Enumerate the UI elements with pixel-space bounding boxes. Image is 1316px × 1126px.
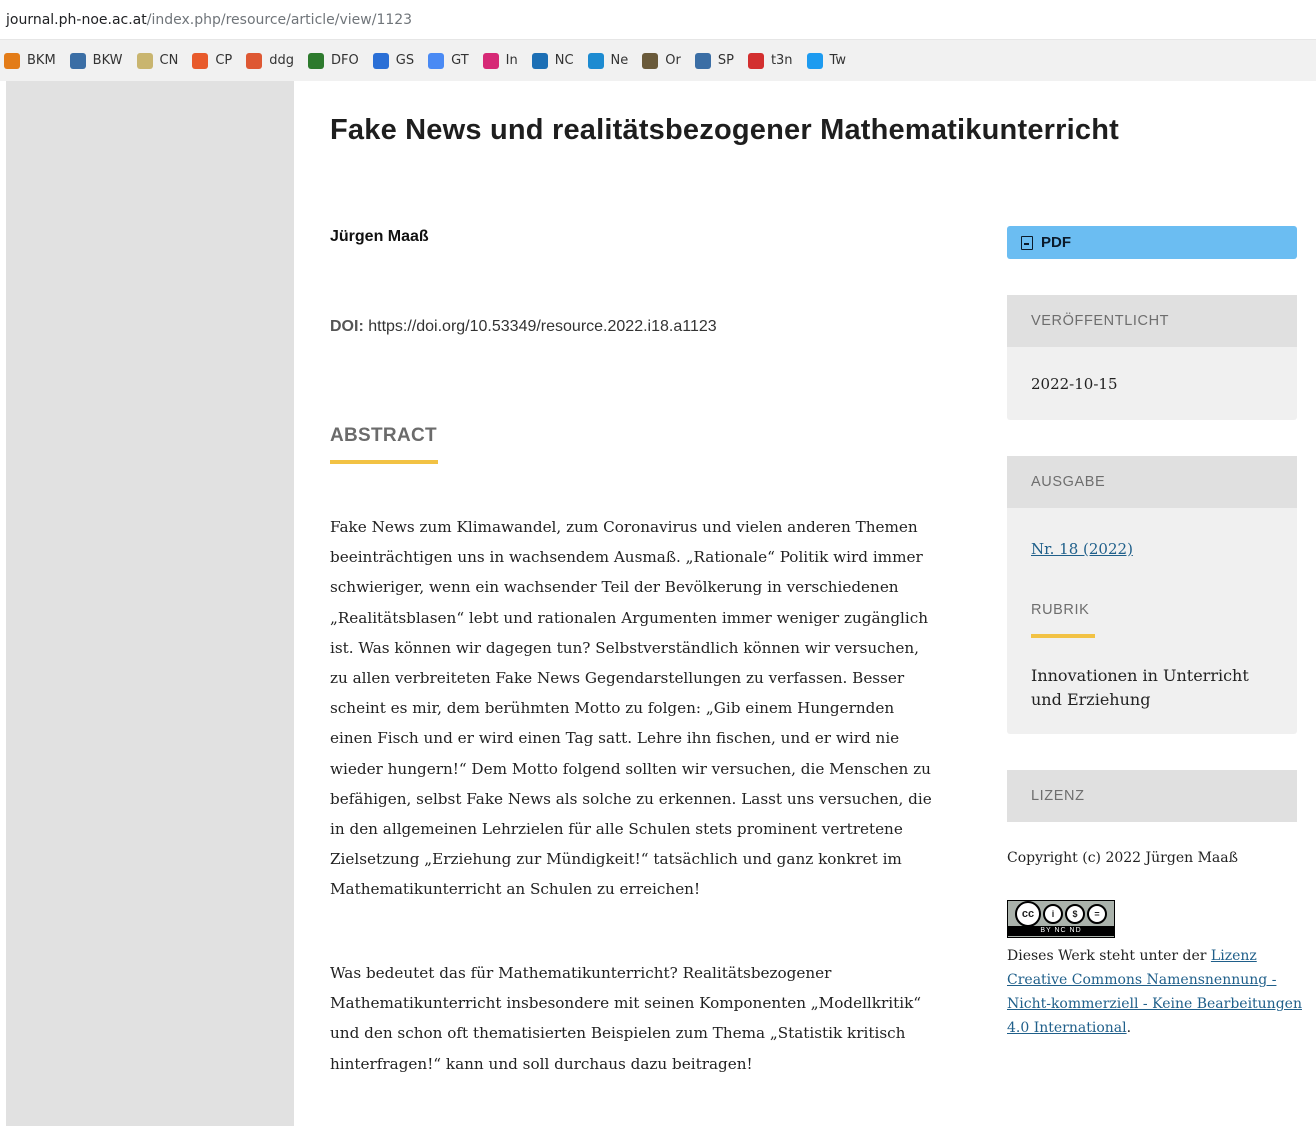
cc-icon: cc — [1015, 901, 1041, 927]
translate-icon — [428, 52, 445, 69]
section-value: Innovationen in Unterricht und Erziehung — [1031, 666, 1249, 709]
abstract-underline — [330, 460, 438, 464]
cc-badge-label: BY NC ND — [1008, 926, 1114, 936]
circle-blue-icon — [694, 52, 711, 69]
pdf-download-button[interactable]: PDF — [1007, 226, 1297, 259]
copyright-text: Copyright (c) 2022 Jürgen Maaß — [1007, 850, 1238, 866]
published-heading: VERÖFFENTLICHT — [1007, 295, 1297, 347]
bookmark-tw[interactable]: Tw — [806, 52, 846, 69]
url-host: journal.ph-noe.ac.at — [6, 12, 147, 28]
instagram-icon — [482, 52, 499, 69]
abstract-paragraph-2: Was bedeutet das für Mathematikunterrich… — [330, 964, 922, 1073]
bookmark-bkm[interactable]: BKM — [4, 52, 56, 69]
section-underline — [1031, 634, 1095, 638]
bookmark-label: GS — [395, 53, 415, 68]
bookmark-label: Tw — [829, 53, 846, 68]
published-card: VERÖFFENTLICHT 2022-10-15 — [1007, 295, 1297, 420]
bookmark-label: GT — [451, 53, 469, 68]
license-suffix: . — [1126, 1020, 1132, 1036]
bookmarks-bar: BKM BKW CN CP ddg DFO GS GT In NC Ne Or SP t3n Tw — [0, 40, 1316, 81]
bookmark-label: NC — [554, 53, 574, 68]
signal-icon — [192, 52, 209, 69]
bookmark-label: Ne — [610, 53, 629, 68]
article-title: Fake News und realitätsbezogener Mathema… — [330, 114, 1119, 146]
published-date: 2022-10-15 — [1031, 375, 1118, 393]
doi-label: DOI: — [330, 318, 364, 335]
bookmark-label: BKM — [27, 53, 56, 68]
orange-n-icon — [4, 52, 20, 69]
license-card: LIZENZ — [1007, 770, 1297, 822]
doi-line: DOI: https://doi.org/10.53349/resource.2… — [330, 318, 717, 336]
map-icon — [136, 52, 153, 69]
bookmark-or[interactable]: Or — [642, 52, 681, 69]
circle-blue-icon — [69, 52, 86, 69]
by-icon: i — [1043, 904, 1063, 924]
abstract-heading: ABSTRACT — [330, 425, 437, 446]
pdf-file-icon — [1021, 235, 1033, 250]
duck-icon — [246, 52, 263, 69]
bookmark-dfo[interactable]: DFO — [308, 52, 359, 69]
bookmark-label: DFO — [331, 53, 359, 68]
license-text: Dieses Werk steht unter der Lizenz Creat… — [1007, 944, 1307, 1040]
bookmark-label: CN — [159, 53, 179, 68]
bookmark-ne[interactable]: Ne — [587, 52, 629, 69]
doi-value[interactable]: https://doi.org/10.53349/resource.2022.i… — [368, 318, 716, 335]
nd-icon: = — [1087, 904, 1107, 924]
diamond-icon — [372, 52, 389, 69]
article-author: Jürgen Maaß — [330, 228, 429, 245]
section-heading: RUBRIK — [1031, 602, 1090, 618]
issue-link[interactable]: Nr. 18 (2022) — [1031, 508, 1273, 558]
bookmark-nc[interactable]: NC — [531, 52, 574, 69]
left-gray-panel — [6, 81, 294, 1126]
license-heading: LIZENZ — [1007, 770, 1297, 822]
bookmark-cp[interactable]: CP — [192, 52, 233, 69]
abstract-paragraph-1: Fake News zum Klimawandel, zum Coronavir… — [330, 518, 932, 899]
pdf-label: PDF — [1041, 234, 1071, 251]
bookmark-label: BKW — [92, 53, 123, 68]
bookmark-in[interactable]: In — [482, 52, 518, 69]
nc-icon — [531, 52, 548, 69]
bookmark-cn[interactable]: CN — [136, 52, 179, 69]
bookmark-label: ddg — [269, 53, 295, 68]
arch-icon — [587, 52, 604, 69]
bookmark-ddg[interactable]: ddg — [246, 52, 295, 69]
cc-license-badge[interactable]: cc i $ = BY NC ND — [1007, 900, 1115, 938]
address-bar[interactable]: journal.ph-noe.ac.at/index.php/resource/… — [0, 0, 1316, 40]
t3n-icon — [747, 52, 764, 69]
nc-icon: $ — [1065, 904, 1085, 924]
bookmark-label: SP — [717, 53, 734, 68]
bookmark-bkw[interactable]: BKW — [69, 52, 123, 69]
issue-heading: AUSGABE — [1007, 456, 1297, 508]
bookmark-label: t3n — [770, 53, 793, 68]
bookmark-label: Or — [665, 53, 681, 68]
issue-card: AUSGABE Nr. 18 (2022) RUBRIK Innovatione… — [1007, 456, 1297, 734]
crest-icon — [308, 52, 325, 69]
url-path: /index.php/resource/article/view/1123 — [146, 12, 413, 28]
bookmark-label: CP — [215, 53, 233, 68]
bookmark-label: In — [505, 53, 518, 68]
bookmark-gt[interactable]: GT — [428, 52, 469, 69]
bird-icon — [806, 52, 823, 69]
bookmark-t3n[interactable]: t3n — [747, 52, 793, 69]
bookmark-gs[interactable]: GS — [372, 52, 415, 69]
license-prefix: Dieses Werk steht unter der — [1007, 948, 1211, 964]
photo-icon — [642, 52, 659, 69]
url-text[interactable]: journal.ph-noe.ac.at/index.php/resource/… — [6, 12, 412, 28]
bookmark-sp[interactable]: SP — [694, 52, 734, 69]
